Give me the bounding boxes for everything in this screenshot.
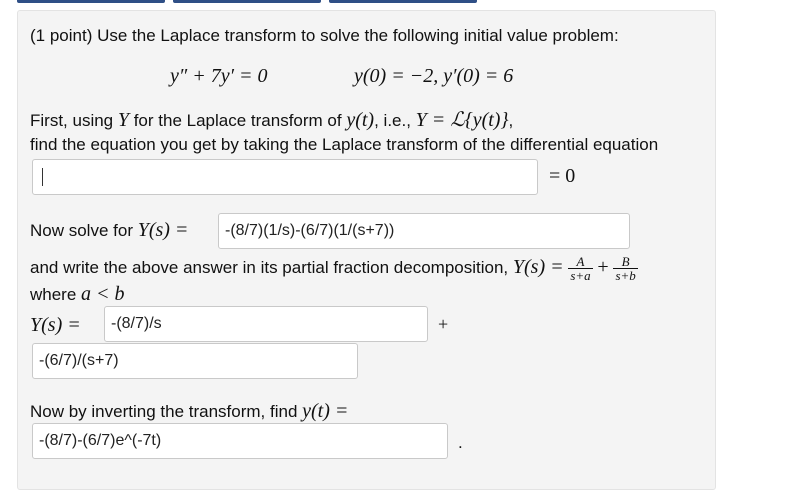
fraction-B-num: B [613,255,638,269]
fraction-A-den: s+a [570,268,591,283]
step4-yt: y(t) = [302,400,349,422]
step1-definition: Y = ℒ{y(t)} [415,109,509,131]
step3-text: and write the above answer in its partia… [30,255,638,282]
step2-label: Now solve for Y(s) = [30,220,188,241]
initial-conditions: y(0) = −2, y′(0) = 6 [354,65,514,87]
where-text: where [30,285,82,304]
step1-text-a: First, using [30,111,118,130]
equals-zero: = 0 [549,165,576,187]
plus-sign: + [597,255,609,278]
step1-yt: y(t) [346,109,375,131]
step2-Ys: Y(s) = [137,219,189,241]
fraction-A-num: A [568,255,593,269]
ode-equation: y″ + 7y′ = 0 [170,65,268,87]
step1-line2: find the equation you get by taking the … [30,135,659,154]
step3-Ys: Y(s) = [512,255,564,278]
text-caret [42,167,43,186]
fraction-B: Bs+b [613,255,638,283]
step1-text-c: , i.e., [374,111,416,130]
step3-Ys-label: Y(s) = [30,314,81,336]
where-condition: where a < b [30,284,125,305]
step1-line1: First, using Y for the Laplace transform… [30,110,513,131]
problem-intro: (1 point) Use the Laplace transform to s… [30,26,619,45]
transform-equation-input[interactable] [32,159,538,195]
final-period: . [458,433,463,452]
step4-text: Now by inverting the transform, find [30,402,303,421]
condition: a < b [81,283,125,305]
nav-tab-3[interactable] [329,0,477,3]
fraction-B-den: s+b [615,268,636,283]
nav-tab-2[interactable] [173,0,321,3]
step2-text: Now solve for [30,221,138,240]
partial-fraction-B-input[interactable]: -(6/7)/(s+7) [32,343,358,379]
step4-label: Now by inverting the transform, find y(t… [30,401,348,422]
step1-text-d: , [508,111,514,130]
yt-input[interactable]: -(8/7)-(6/7)e^(-7t) [32,423,448,459]
partial-fraction-A-input[interactable]: -(8/7)/s [104,306,428,342]
nav-tab-1[interactable] [17,0,165,3]
plus-sign-2: + [438,314,449,334]
Ys-input[interactable]: -(8/7)(1/s)-(6/7)(1/(s+7)) [218,213,630,249]
step1-text-b: for the Laplace transform of [128,111,347,130]
step3-text-a: and write the above answer in its partia… [30,257,513,277]
fraction-A: As+a [568,255,593,283]
step1-Y: Y [117,109,129,131]
